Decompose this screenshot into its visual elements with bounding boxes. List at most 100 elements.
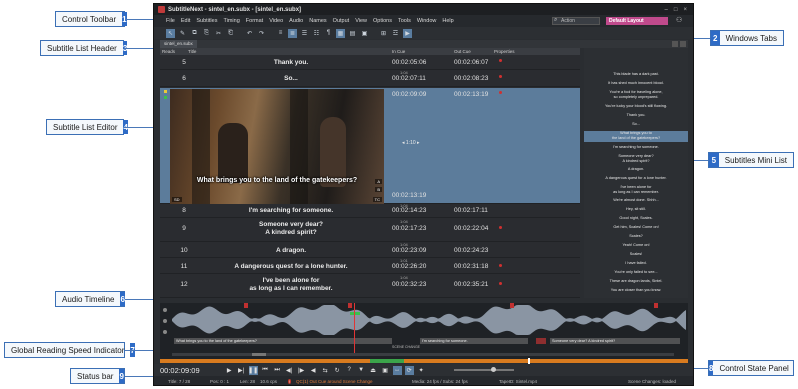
row-text[interactable]: So... <box>196 75 386 83</box>
mini-list-item[interactable]: I have failed. <box>584 261 688 266</box>
menu-file[interactable]: File <box>166 18 175 24</box>
menu-window[interactable]: Window <box>417 18 437 24</box>
box-icon[interactable]: ▣ <box>360 29 369 38</box>
mini-list-item[interactable]: You're a fool for traveling alone, so co… <box>584 90 688 100</box>
mini-list-item[interactable]: Get him, Scales! Come on! <box>584 225 688 230</box>
mini-list-item[interactable]: These are dragon lands, Sintel. <box>584 279 688 284</box>
menu-subtitles[interactable]: Subtitles <box>196 18 217 24</box>
layout-icon[interactable]: ⊞ <box>379 29 388 38</box>
menu-edit[interactable]: Edit <box>181 18 190 24</box>
refresh-icon[interactable]: ⟳ <box>404 365 414 375</box>
mini-list-item[interactable]: You are closer than you know. <box>584 288 688 293</box>
header-out-cue[interactable]: Out Cue <box>454 49 471 54</box>
tab-sintel-en[interactable]: sintel_en.subx <box>160 40 197 48</box>
frame-icon[interactable]: ▦ <box>336 28 345 38</box>
layout-selector[interactable]: Default Layout <box>606 17 668 25</box>
play-icon[interactable]: ▶ <box>225 366 234 375</box>
row-in-cue[interactable]: 00:02:23:09 <box>392 247 426 254</box>
mini-list-item[interactable]: We're almost done. Shhh... <box>584 198 688 203</box>
video-icon[interactable]: ▶ <box>403 28 412 38</box>
dropdown-icon[interactable]: ▼ <box>357 366 366 375</box>
sync-icon[interactable]: ↔ <box>392 365 402 375</box>
row-in-cue[interactable]: 00:02:14:23 <box>392 207 426 214</box>
copy-icon[interactable]: ⧉ <box>190 29 199 38</box>
table-row[interactable]: 1:04 12 I've been alone for as long as I… <box>160 274 580 298</box>
prev-frame-icon[interactable]: ◀| <box>285 366 294 375</box>
timeline-subtitle-block[interactable]: What brings you to the land of the gatek… <box>174 338 392 344</box>
pointer-icon[interactable]: ↖ <box>166 28 175 38</box>
row-out-cue[interactable]: 00:02:13:19 <box>454 91 488 98</box>
table-row[interactable]: 1:04 8 I'm searching for someone. 00:02:… <box>160 203 580 218</box>
mini-list-item[interactable]: It has shed much innocent blood. <box>584 81 688 86</box>
menu-names[interactable]: Names <box>309 18 326 24</box>
swap-icon[interactable]: ⇆ <box>321 366 330 375</box>
duration-adjuster[interactable]: ◂ 1:10 ▸ <box>402 140 420 146</box>
menu-help[interactable]: Help <box>442 18 453 24</box>
volume-slider-knob[interactable] <box>491 367 496 372</box>
mini-list-item[interactable]: I'm searching for someone. <box>584 145 688 150</box>
table-row[interactable]: 1:04 9 Someone very dear? A kindred spir… <box>160 218 580 242</box>
users-icon[interactable]: ⚇ <box>676 16 682 24</box>
tab-next-button[interactable] <box>680 41 686 47</box>
row-in-cue[interactable]: 00:02:26:20 <box>392 263 426 270</box>
minimize-button[interactable]: – <box>665 7 668 13</box>
mini-list-item[interactable]: Someone very dear? A kindred spirit? <box>584 154 688 164</box>
mini-list-item[interactable]: This blade has a dark past. <box>584 72 688 77</box>
rewind-icon[interactable]: ◀ <box>309 366 318 375</box>
align-center-icon[interactable]: ≣ <box>288 28 297 38</box>
header-title[interactable]: Title <box>188 49 196 54</box>
mini-list-item[interactable]: You're lucky your blood's still flowing. <box>584 104 688 109</box>
menu-video[interactable]: Video <box>269 18 283 24</box>
cut-icon[interactable]: ✂ <box>214 29 223 38</box>
header-properties[interactable]: Properties <box>494 49 515 54</box>
row-text[interactable]: I've been alone for as long as I can rem… <box>196 277 386 293</box>
format-icon[interactable]: ¶ <box>324 29 333 38</box>
tab-prev-button[interactable] <box>672 41 678 47</box>
in-point-region[interactable] <box>350 312 360 315</box>
timeline-scrollbar-thumb[interactable] <box>252 353 266 356</box>
menu-audio[interactable]: Audio <box>289 18 303 24</box>
menu-timing[interactable]: Timing <box>223 18 239 24</box>
mini-list-item[interactable]: Scales? <box>584 234 688 239</box>
table-row[interactable]: 1:01 11 A dangerous quest for a lone hun… <box>160 258 580 274</box>
loop-icon[interactable]: ↻ <box>333 366 342 375</box>
table-row[interactable]: 5 Thank you. 00:02:05:06 00:02:06:07 <box>160 56 580 70</box>
timeline-subtitle-block[interactable]: I'm searching for someone. <box>420 338 528 344</box>
redo-icon[interactable]: ↷ <box>257 29 266 38</box>
list-icon[interactable]: ☲ <box>391 29 400 38</box>
mini-list-item[interactable]: Thank you. <box>584 113 688 118</box>
current-timecode[interactable]: 00:02:09:09 <box>160 366 200 375</box>
undo-icon[interactable]: ↶ <box>245 29 254 38</box>
mini-list-item[interactable]: Scales! <box>584 252 688 257</box>
paste-icon[interactable]: ⎗ <box>226 29 235 38</box>
row-in-cue[interactable]: 00:02:07:11 <box>392 75 426 82</box>
timeline-selected-block[interactable] <box>536 338 546 344</box>
menu-view[interactable]: View <box>355 18 367 24</box>
row-text[interactable]: Thank you. <box>196 59 386 67</box>
menu-format[interactable]: Format <box>246 18 263 24</box>
row-out-cue[interactable]: 00:02:24:23 <box>454 247 488 254</box>
row-in-cue[interactable]: 00:02:17:23 <box>392 225 426 232</box>
grid-icon[interactable]: ▤ <box>348 29 357 38</box>
row-text[interactable]: I'm searching for someone. <box>196 207 386 215</box>
mini-list-item[interactable]: Yeah! Come on! <box>584 243 688 248</box>
next-icon[interactable]: ⏭ <box>273 366 282 375</box>
row-out-cue-lower[interactable]: 00:02:13:19 <box>392 192 426 199</box>
video-preview[interactable]: What brings you to the land of the gatek… <box>170 89 384 204</box>
pen-icon[interactable]: ✎ <box>178 29 187 38</box>
table-row[interactable]: 1:04 10 A dragon. 00:02:23:09 00:02:24:2… <box>160 242 580 258</box>
row-out-cue[interactable]: 00:02:31:18 <box>454 263 488 270</box>
mini-list-item-selected[interactable]: What brings you to the land of the gatek… <box>584 131 688 142</box>
help-icon[interactable]: ? <box>345 366 354 375</box>
mini-list-item[interactable]: So... <box>584 122 688 127</box>
audio-timeline[interactable]: What brings you to the land of the gatek… <box>160 299 688 359</box>
volume-slider[interactable] <box>454 369 514 371</box>
zoom-reset-icon[interactable] <box>163 330 167 334</box>
eject-icon[interactable]: ⏏ <box>369 366 378 375</box>
playhead-cursor[interactable] <box>354 303 355 355</box>
mini-list-item[interactable]: I've been alone for as long as I can rem… <box>584 185 688 195</box>
next-frame-icon[interactable]: |▶ <box>297 366 306 375</box>
mini-list-item[interactable]: A dangerous quest for a lone hunter. <box>584 176 688 181</box>
row-text[interactable]: A dragon. <box>196 247 386 255</box>
zoom-out-icon[interactable] <box>163 319 167 323</box>
